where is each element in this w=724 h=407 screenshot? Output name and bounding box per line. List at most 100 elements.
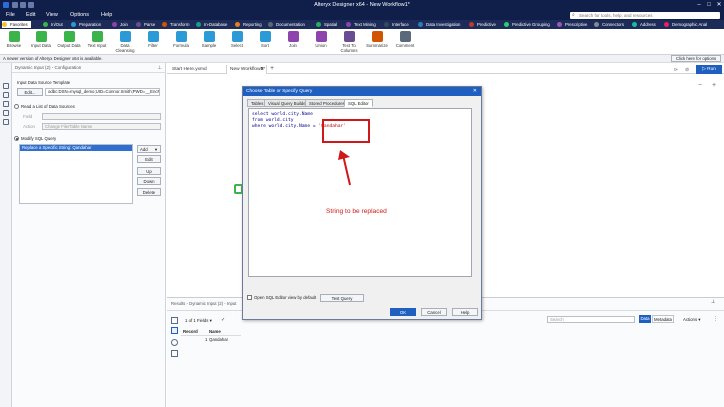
table-view-icon[interactable]	[171, 317, 178, 324]
title-bar: Alteryx Designer x64 - New Workflow1* – …	[0, 0, 724, 11]
up-button[interactable]: Up	[137, 167, 161, 175]
history-icon[interactable]	[171, 350, 178, 357]
add-dropdown-button[interactable]: Add ▼	[137, 145, 161, 153]
tool-data-cleansing[interactable]: Data Cleansing	[112, 30, 138, 53]
checkmark-icon[interactable]: ✓	[221, 317, 225, 323]
menu-file[interactable]: File	[6, 12, 15, 18]
tool-sample[interactable]: Sample	[196, 30, 222, 48]
tool-sort[interactable]: Sort	[252, 30, 278, 48]
tab-start-here[interactable]: Start Here.yxmd	[169, 65, 227, 74]
sql-modifications-list[interactable]: Replace a Specific String: Qandahar	[19, 144, 133, 204]
metadata-icon[interactable]	[171, 339, 178, 346]
tool-formula[interactable]: Formula	[168, 30, 194, 48]
tool-text-input[interactable]: Text Input	[84, 30, 110, 48]
data-toggle-button[interactable]: Data	[639, 315, 651, 323]
menu-view[interactable]: View	[46, 12, 58, 18]
results-icon[interactable]	[3, 101, 9, 107]
tool-summarize[interactable]: Summarize	[364, 30, 390, 48]
run-button[interactable]: ▷ Run	[696, 65, 722, 74]
menu-edit[interactable]: Edit	[26, 12, 35, 18]
fields-selector[interactable]: 1 of 1 Fields ▾	[185, 318, 212, 324]
maximize-button[interactable]: □	[704, 1, 714, 10]
properties-icon[interactable]	[3, 92, 9, 98]
tab-sql-editor[interactable]: SQL Editor	[344, 99, 373, 107]
actions-menu[interactable]: Actions ▾	[683, 317, 700, 323]
close-tab-icon[interactable]: ✕	[260, 66, 264, 72]
menu-options[interactable]: Options	[70, 12, 89, 18]
template-connection-field[interactable]: odbc:DSN=mysql_demo;UID=Connor.Smith;PWD…	[45, 88, 160, 96]
metadata-toggle-button[interactable]: Metadata	[652, 315, 674, 323]
category-icon	[632, 22, 637, 27]
category-icon	[664, 22, 669, 27]
test-query-button[interactable]: Test Query	[320, 294, 364, 302]
tool-text-to-columns[interactable]: Text To Columns	[336, 30, 362, 53]
stop-icon[interactable]: ⊘	[685, 67, 689, 73]
category-in-out[interactable]: In/Out	[43, 21, 63, 28]
modify-sql-radio[interactable]	[14, 136, 19, 141]
tool-filter[interactable]: Filter	[140, 30, 166, 48]
more-options-icon[interactable]: ⋮	[713, 316, 718, 322]
configuration-icon[interactable]	[3, 83, 9, 89]
edit-button[interactable]: Edit	[137, 155, 161, 163]
ok-button[interactable]: OK	[390, 308, 416, 316]
tool-select[interactable]: Select	[224, 30, 250, 48]
zoom-out-icon[interactable]: −	[698, 82, 702, 89]
tab-stored-procedures[interactable]: Stored Procedures	[305, 99, 349, 107]
tool-comment[interactable]: Comment	[392, 30, 418, 48]
field-label: Field	[23, 114, 33, 119]
action-dropdown[interactable]: Change File/Table Name	[42, 123, 161, 130]
tool-browse[interactable]: Browse	[1, 30, 27, 48]
read-list-radio[interactable]	[14, 104, 19, 109]
category-data-investigation[interactable]: Data Investigation	[418, 21, 460, 28]
category-favorites[interactable]: Favorites	[2, 21, 31, 28]
delete-button[interactable]: Delete	[137, 188, 161, 196]
edit-template-button[interactable]: Edit...	[17, 88, 43, 96]
open-sql-checkbox[interactable]	[247, 295, 252, 300]
schedule-icon[interactable]: ⊳	[674, 67, 678, 73]
close-button[interactable]: ✕	[714, 1, 724, 10]
menu-help[interactable]: Help	[101, 12, 112, 18]
help-button[interactable]: Help	[452, 308, 478, 316]
category-prescriptive[interactable]: Prescriptive	[557, 21, 587, 28]
highlight-box	[322, 119, 370, 143]
tool-output-data[interactable]: Output Data	[56, 30, 82, 48]
overview-icon[interactable]	[3, 110, 9, 116]
field-dropdown[interactable]	[42, 113, 161, 120]
category-preparation[interactable]: Preparation	[71, 21, 101, 28]
update-options-button[interactable]: Click here for options	[671, 55, 721, 62]
close-icon[interactable]: ✕	[473, 87, 477, 96]
cancel-button[interactable]: Cancel	[421, 308, 447, 316]
category-interface[interactable]: Interface	[384, 21, 409, 28]
zoom-in-icon[interactable]: +	[712, 82, 716, 89]
category-demographic-analysis[interactable]: Demographic Anal	[664, 21, 707, 28]
search-input[interactable]: ⌕ Search for tools, help, and resources	[570, 12, 720, 19]
category-predictive-grouping[interactable]: Predictive Grouping	[504, 21, 550, 28]
category-in-database[interactable]: In-Database	[196, 21, 227, 28]
table-row-name: Qandahar	[209, 337, 229, 342]
tool-union[interactable]: Union	[308, 30, 334, 48]
list-item[interactable]: Replace a Specific String: Qandahar	[20, 145, 132, 151]
category-text-mining[interactable]: Text Mining	[346, 21, 376, 28]
category-connectors[interactable]: Connectors	[594, 21, 624, 28]
category-spatial[interactable]: Spatial	[316, 21, 337, 28]
pin-icon[interactable]: ⊥	[711, 299, 715, 305]
category-address[interactable]: Address	[632, 21, 656, 28]
minimize-button[interactable]: –	[694, 1, 704, 10]
category-parse[interactable]: Parse	[136, 21, 155, 28]
down-button[interactable]: Down	[137, 177, 161, 185]
category-icon	[162, 22, 167, 27]
new-tab-icon[interactable]: +	[270, 65, 274, 72]
category-documentation[interactable]: Documentation	[268, 21, 305, 28]
category-icon	[384, 22, 389, 27]
table-row-record: 1	[205, 337, 208, 342]
category-transform[interactable]: Transform	[162, 21, 189, 28]
category-predictive[interactable]: Predictive	[469, 21, 496, 28]
tool-input-data[interactable]: Input Data	[28, 30, 54, 48]
history-icon[interactable]	[3, 119, 9, 125]
category-join[interactable]: Join	[112, 21, 128, 28]
messages-icon[interactable]	[171, 327, 178, 334]
pin-icon[interactable]: ⊥	[158, 65, 162, 71]
category-reporting[interactable]: Reporting	[235, 21, 262, 28]
results-search-input[interactable]: Search	[547, 316, 635, 323]
tool-join[interactable]: Join	[280, 30, 306, 48]
